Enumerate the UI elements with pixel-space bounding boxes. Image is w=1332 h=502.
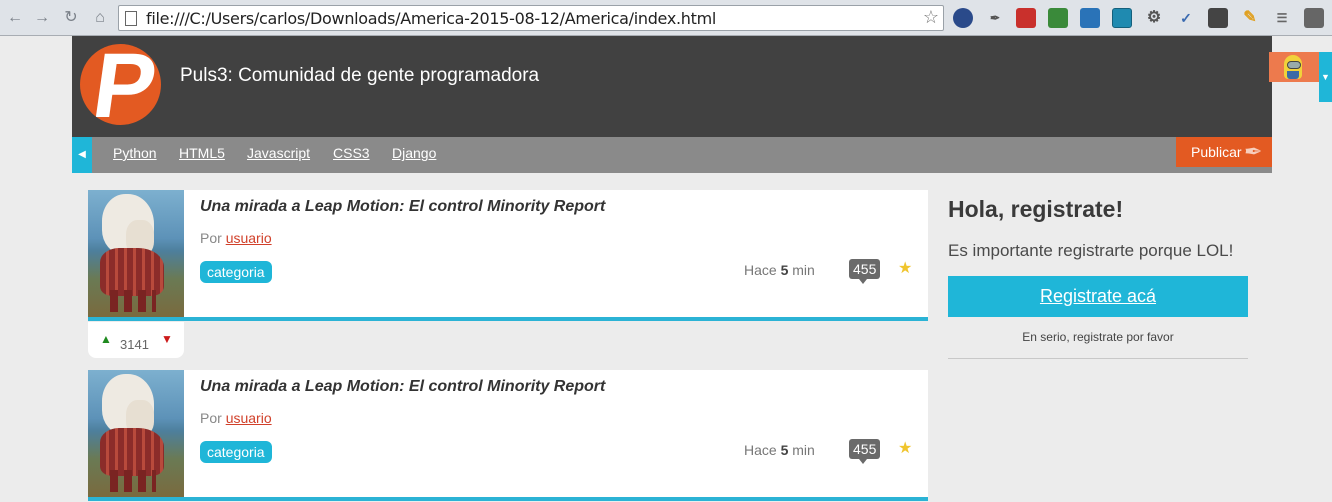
user-avatar[interactable] — [1269, 52, 1319, 82]
forward-icon[interactable]: → — [31, 7, 53, 29]
sidebar-heading: Hola, registrate! — [948, 196, 1124, 222]
post-card: Una mirada a Leap Motion: El control Min… — [88, 370, 928, 501]
downvote-icon[interactable]: ▼ — [161, 332, 173, 346]
nav-left-arrow-icon[interactable]: ◀ — [72, 137, 92, 173]
post-time: Hace 5 min — [744, 442, 815, 458]
publish-label: Publicar — [1191, 144, 1242, 160]
post-time: Hace 5 min — [744, 262, 815, 278]
puzzle-extension-icon[interactable] — [1080, 8, 1100, 28]
comment-count-badge[interactable]: 455 — [849, 439, 881, 464]
favorite-star-icon[interactable]: ★ — [898, 438, 912, 458]
time-value: 5 — [780, 262, 789, 278]
category-badge[interactable]: categoria — [200, 441, 272, 463]
publish-button[interactable]: Publicar ✒ — [1176, 137, 1272, 167]
site-title: Puls3: Comunidad de gente programadora — [180, 65, 540, 86]
time-prefix: Hace — [744, 442, 777, 458]
post-card: Una mirada a Leap Motion: El control Min… — [88, 190, 928, 321]
nav-link-javascript[interactable]: Javascript — [247, 145, 310, 161]
logo-letter: P — [86, 44, 161, 125]
nav-link-python[interactable]: Python — [113, 145, 157, 161]
bookmark-star-icon[interactable]: ☆ — [923, 7, 939, 28]
author-link[interactable]: usuario — [226, 410, 272, 426]
page-icon — [125, 11, 137, 26]
vote-box: ▲ 3141 ▼ — [88, 322, 184, 358]
back-icon[interactable]: ← — [4, 7, 26, 29]
site-logo[interactable]: P — [80, 44, 161, 125]
menu-extension-icon[interactable] — [1304, 8, 1324, 28]
time-unit: min — [792, 262, 815, 278]
panel-toggle-down-icon[interactable]: ▼ — [1319, 52, 1332, 102]
sidebar-divider — [948, 358, 1248, 359]
home-icon[interactable]: ⌂ — [89, 7, 111, 29]
translate-extension-icon[interactable] — [953, 8, 973, 28]
pen-nib-icon: ✒ — [1244, 139, 1263, 164]
author-link[interactable]: usuario — [226, 230, 272, 246]
time-prefix: Hace — [744, 262, 777, 278]
pen-extension-icon[interactable]: ✒ — [985, 8, 1005, 28]
url-text[interactable]: file:///C:/Users/carlos/Downloads/Americ… — [146, 9, 716, 28]
sidebar-note: En serio, registrate por favor — [1022, 330, 1174, 344]
sidebar-text: Es importante registrarte porque LOL! — [948, 241, 1234, 260]
browser-toolbar: ← → ↻ ⌂ file:///C:/Users/carlos/Download… — [0, 0, 1332, 36]
gear-extension-icon[interactable]: ⚙ — [1144, 8, 1164, 28]
minion-avatar-icon — [1284, 55, 1302, 79]
tool-extension-icon[interactable]: ☰ — [1272, 8, 1292, 28]
post-thumbnail[interactable] — [88, 370, 184, 497]
time-value: 5 — [780, 442, 789, 458]
favorite-star-icon[interactable]: ★ — [898, 258, 912, 278]
post-author: Por usuario — [200, 230, 272, 246]
feed-extension-icon[interactable] — [1112, 8, 1132, 28]
site-header: P Puls3: Comunidad de gente programadora — [72, 36, 1272, 137]
vote-count: 3141 — [120, 337, 149, 352]
category-badge[interactable]: categoria — [200, 261, 272, 283]
time-unit: min — [792, 442, 815, 458]
gmail-extension-icon[interactable] — [1016, 8, 1036, 28]
nav-link-django[interactable]: Django — [392, 145, 436, 161]
post-author: Por usuario — [200, 410, 272, 426]
mask-extension-icon[interactable] — [1208, 8, 1228, 28]
pencil-extension-icon[interactable]: ✎ — [1240, 8, 1260, 28]
author-prefix: Por — [200, 410, 222, 426]
register-button[interactable]: Registrate acá — [948, 276, 1248, 317]
post-title[interactable]: Una mirada a Leap Motion: El control Min… — [200, 378, 605, 396]
nav-link-css3[interactable]: CSS3 — [333, 145, 370, 161]
post-thumbnail[interactable] — [88, 190, 184, 317]
category-nav: ◀ Python HTML5 Javascript CSS3 Django Pu… — [72, 137, 1272, 173]
eyedropper-extension-icon[interactable]: ✓ — [1176, 8, 1196, 28]
upvote-icon[interactable]: ▲ — [100, 332, 112, 346]
nav-link-html5[interactable]: HTML5 — [179, 145, 225, 161]
post-title[interactable]: Una mirada a Leap Motion: El control Min… — [200, 198, 605, 216]
evernote-extension-icon[interactable] — [1048, 8, 1068, 28]
author-prefix: Por — [200, 230, 222, 246]
comment-count-badge[interactable]: 455 — [849, 259, 881, 284]
reload-icon[interactable]: ↻ — [60, 7, 82, 29]
address-bar[interactable]: file:///C:/Users/carlos/Downloads/Americ… — [118, 5, 944, 31]
